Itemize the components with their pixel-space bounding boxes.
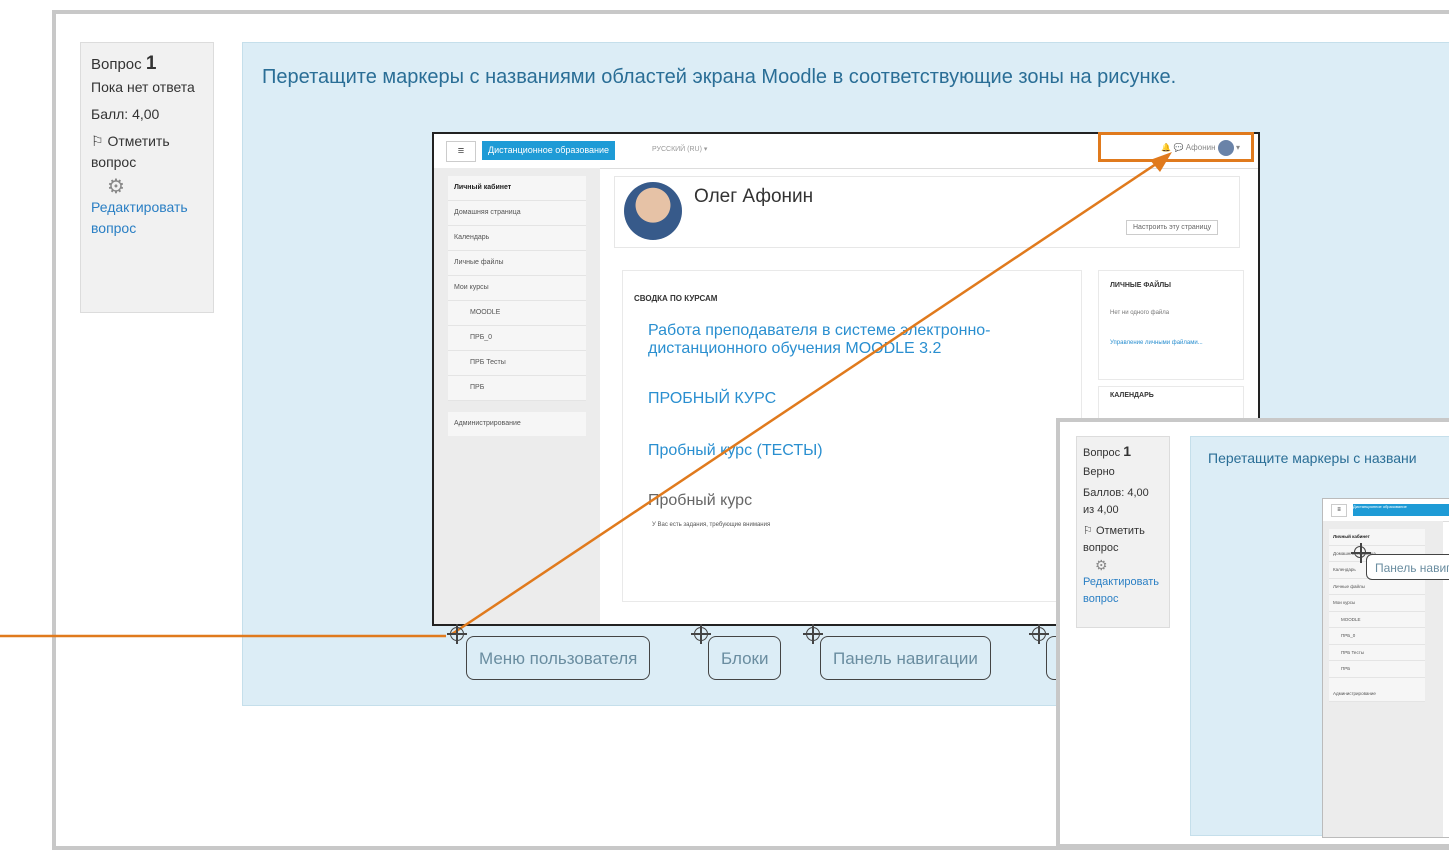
nav-subitem: MOODLE	[1329, 612, 1425, 628]
menu-icon: ≡	[1331, 504, 1347, 517]
nav-item: Личный кабинет	[1329, 529, 1425, 546]
drag-target-marker	[447, 624, 467, 644]
overlay-question-number: Вопрос 1	[1083, 443, 1132, 459]
flag-icon: ⚐	[1083, 525, 1093, 537]
overlay-drag-marker-navigation[interactable]: Панель навигации	[1366, 554, 1449, 580]
nav-subitem: ПРБ_0	[1329, 628, 1425, 645]
drag-marker-blocks[interactable]: Блоки	[708, 636, 782, 680]
drag-target-marker	[691, 624, 711, 644]
nav-item: Личные файлы	[1329, 579, 1425, 595]
drag-target-marker	[1029, 624, 1049, 644]
overlay-screenshot: ≡ Дистанционное образование Личный кабин…	[1322, 498, 1449, 838]
drag-target-marker	[803, 624, 823, 644]
gear-icon: ⚙	[1095, 557, 1108, 573]
overlay-drag-target-marker	[1351, 543, 1371, 563]
drag-marker-user-menu[interactable]: Меню пользователя	[466, 636, 651, 680]
overlay-site-name: Дистанционное образование	[1353, 504, 1449, 516]
drag-marker-navigation[interactable]: Панель навигации	[820, 636, 991, 680]
overlay-question-text: Перетащите маркеры с названи	[1208, 450, 1417, 466]
overlay-question-state: Верно	[1083, 466, 1115, 478]
overlay-topbar: ≡ Дистанционное образование	[1323, 499, 1449, 522]
overlay-edit-question-link[interactable]: Редактировать вопрос	[1083, 574, 1163, 608]
arrowhead	[1150, 152, 1172, 172]
nav-item: Мои курсы	[1329, 595, 1425, 612]
overlay-question-info: Вопрос 1 Верно Баллов: 4,00 из 4,00 ⚐ От…	[1076, 436, 1170, 628]
nav-admin-item: Администрирование	[1329, 686, 1425, 702]
nav-subitem: ПРБ	[1329, 661, 1425, 678]
nav-subitem: ПРБ Тесты	[1329, 645, 1425, 661]
overlay-question-mark: Баллов: 4,00 из 4,00	[1083, 487, 1149, 516]
overlay-flag-question[interactable]: ⚐ Отметить вопрос	[1083, 523, 1163, 557]
